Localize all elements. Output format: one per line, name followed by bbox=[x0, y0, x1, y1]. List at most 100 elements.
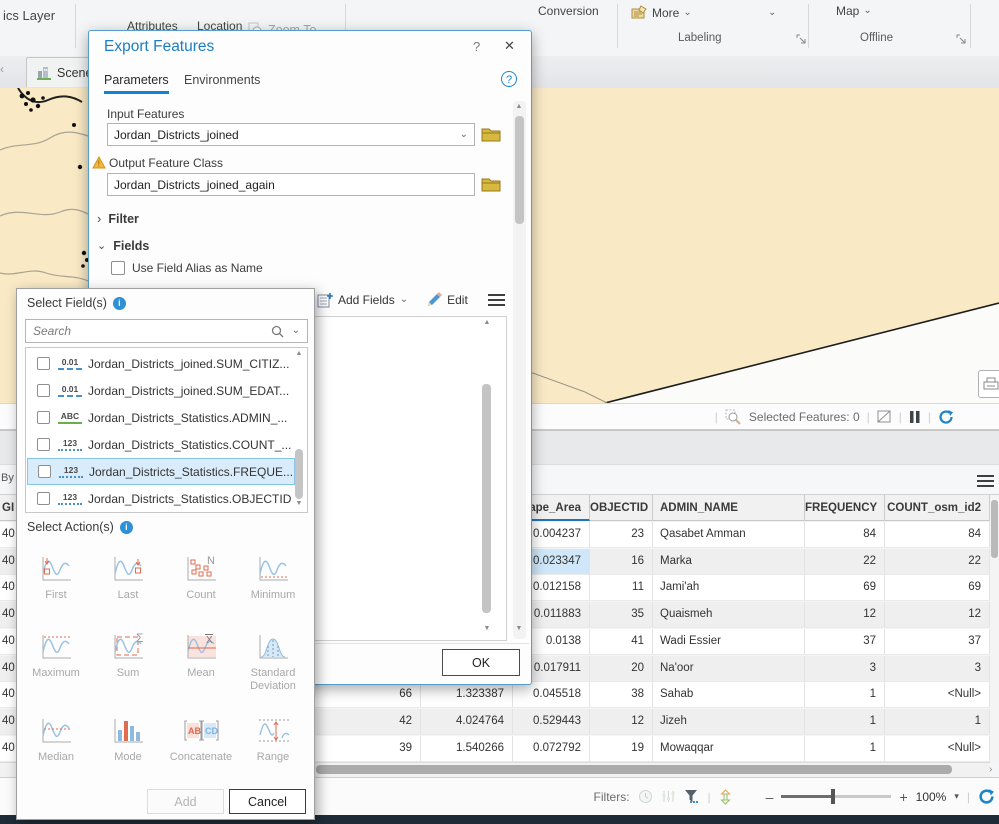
cell-objectid[interactable]: 12 bbox=[590, 709, 653, 735]
cell-count_osm_id2[interactable]: <Null> bbox=[885, 682, 990, 708]
field-mapping-menu-icon[interactable] bbox=[488, 291, 505, 309]
zoom-out-button[interactable]: – bbox=[766, 789, 774, 805]
cell-objectid[interactable]: 16 bbox=[590, 549, 653, 575]
filter-section-header[interactable]: › Filter bbox=[97, 212, 139, 226]
action-stddev-icon[interactable] bbox=[255, 631, 291, 663]
column-header-objectid[interactable]: OBJECTID bbox=[590, 495, 653, 521]
cell-admin_name[interactable]: Na'oor bbox=[653, 656, 805, 682]
cell-count_osm_id2[interactable]: 37 bbox=[885, 629, 990, 655]
cell-admin_name[interactable]: Mowaqqar bbox=[653, 736, 805, 762]
column-header-count_osm_id2[interactable]: COUNT_osm_id2 bbox=[885, 495, 990, 521]
cell-count_osm_id2[interactable]: 12 bbox=[885, 602, 990, 628]
cell-admin_name[interactable]: Qasabet Amman bbox=[653, 522, 805, 548]
cell-frequency[interactable]: 37 bbox=[805, 629, 885, 655]
chevron-down-icon[interactable]: ⌄ bbox=[768, 8, 776, 18]
chevron-down-icon[interactable]: ⌄ bbox=[400, 295, 408, 305]
cell-objectid[interactable]: 19 bbox=[590, 736, 653, 762]
refresh-icon[interactable] bbox=[938, 409, 954, 425]
list-scroll-up-icon[interactable]: ▲ bbox=[293, 350, 305, 357]
cancel-button[interactable]: Cancel bbox=[229, 789, 306, 814]
cell-count_osm_id2[interactable]: 84 bbox=[885, 522, 990, 548]
cell-count_osm_id2[interactable]: 3 bbox=[885, 656, 990, 682]
field-list-item[interactable]: 0.01Jordan_Districts_joined.SUM_EDAT... bbox=[27, 377, 295, 404]
column-header-frequency[interactable]: FREQUENCY bbox=[805, 495, 885, 521]
add-button[interactable]: Add bbox=[147, 789, 224, 814]
search-input[interactable]: Search ⌄ bbox=[25, 319, 308, 343]
edit-button[interactable]: Edit bbox=[447, 293, 468, 307]
map-floating-button-fragment[interactable] bbox=[978, 370, 999, 398]
field-checkbox[interactable] bbox=[37, 438, 50, 451]
use-alias-checkbox[interactable] bbox=[111, 261, 125, 275]
action-last-icon[interactable] bbox=[110, 553, 146, 585]
action-mean-icon[interactable]: X bbox=[183, 631, 219, 663]
cell-admin_name[interactable]: Jami'ah bbox=[653, 575, 805, 601]
field-list-item[interactable]: 123Jordan_Districts_Statistics.FREQUE... bbox=[27, 458, 295, 485]
field-list-item[interactable]: ABCJordan_Districts_Statistics.ADMIN_... bbox=[27, 404, 295, 431]
action-first-icon[interactable] bbox=[38, 553, 74, 585]
cell-frequency[interactable]: 84 bbox=[805, 522, 885, 548]
cell-count_osm_id2[interactable]: 22 bbox=[885, 549, 990, 575]
cell-admin_name[interactable]: Jizeh bbox=[653, 709, 805, 735]
browse-folder-icon[interactable] bbox=[481, 175, 501, 192]
inner-scroll-down-icon[interactable]: ▼ bbox=[481, 625, 493, 632]
field-list-item[interactable]: 123Jordan_Districts_Statistics.OBJECTID bbox=[27, 485, 295, 512]
action-count-icon[interactable]: N bbox=[183, 553, 219, 585]
cell-shape_area[interactable]: 0.045518 bbox=[513, 682, 590, 708]
cell-admin_name[interactable]: Sahab bbox=[653, 682, 805, 708]
fields-section-header[interactable]: ⌄ Fields bbox=[97, 239, 149, 253]
field-checkbox[interactable] bbox=[37, 357, 50, 370]
map-menu-button[interactable]: Map ⌄ bbox=[836, 4, 872, 18]
pause-drawing-icon[interactable] bbox=[909, 410, 921, 424]
field-list-item[interactable]: 123Jordan_Districts_Statistics.COUNT_... bbox=[27, 431, 295, 458]
cell-frequency[interactable]: 1 bbox=[805, 682, 885, 708]
close-icon[interactable]: ✕ bbox=[504, 38, 515, 54]
cell-admin_name[interactable]: Quaismeh bbox=[653, 602, 805, 628]
vertical-scrollbar-thumb[interactable] bbox=[991, 500, 998, 558]
ok-button[interactable]: OK bbox=[442, 649, 520, 676]
cell-objectid[interactable]: 20 bbox=[590, 656, 653, 682]
clear-selection-icon[interactable] bbox=[877, 410, 892, 423]
field-checkbox[interactable] bbox=[37, 492, 50, 505]
cell-count_osm_id2[interactable]: <Null> bbox=[885, 736, 990, 762]
cell-frequency[interactable]: 1 bbox=[805, 709, 885, 735]
cell-objectid[interactable]: 41 bbox=[590, 629, 653, 655]
zoom-in-button[interactable]: + bbox=[899, 789, 907, 805]
chevron-down-icon[interactable]: ⌄ bbox=[292, 326, 300, 336]
field-checkbox[interactable] bbox=[37, 411, 50, 424]
cell-frequency[interactable]: 69 bbox=[805, 575, 885, 601]
cell-frequency[interactable]: 3 bbox=[805, 656, 885, 682]
cell-objectid[interactable]: 38 bbox=[590, 682, 653, 708]
selection-zoom-icon[interactable] bbox=[725, 409, 742, 425]
field-checkbox[interactable] bbox=[37, 384, 50, 397]
more-button[interactable]: More ⌄ bbox=[631, 5, 692, 20]
action-maximum-icon[interactable] bbox=[38, 631, 74, 663]
cell-count_osm_id2[interactable]: 69 bbox=[885, 575, 990, 601]
dialog-scrollbar-thumb[interactable] bbox=[515, 116, 524, 224]
time-filter-icon[interactable] bbox=[638, 789, 653, 804]
cell-shape_area[interactable]: 0.529443 bbox=[513, 709, 590, 735]
browse-folder-icon[interactable] bbox=[481, 125, 501, 142]
zoom-slider-thumb[interactable] bbox=[831, 789, 835, 804]
dialog-scroll-down-icon[interactable]: ▼ bbox=[513, 625, 525, 632]
cell-frequency[interactable]: 12 bbox=[805, 602, 885, 628]
cell-colB[interactable]: 1.323387 bbox=[421, 682, 513, 708]
field-checkbox[interactable] bbox=[38, 465, 51, 478]
cell-shape_area[interactable]: 0.072792 bbox=[513, 736, 590, 762]
cell-colB[interactable]: 4.024764 bbox=[421, 709, 513, 735]
cell-objectid[interactable]: 11 bbox=[590, 575, 653, 601]
action-median-icon[interactable] bbox=[38, 715, 74, 747]
column-header-admin_name[interactable]: ADMIN_NAME bbox=[653, 495, 805, 521]
action-mode-icon[interactable] bbox=[110, 715, 146, 747]
action-minimum-icon[interactable] bbox=[255, 553, 291, 585]
inner-scrollbar-thumb[interactable] bbox=[482, 384, 491, 613]
labeling-dialog-launcher-icon[interactable] bbox=[796, 34, 807, 45]
conversion-button[interactable]: Conversion bbox=[538, 4, 599, 18]
field-list-item[interactable]: 0.01Jordan_Districts_joined.SUM_CITIZ... bbox=[27, 350, 295, 377]
zoom-level-value[interactable]: 100% bbox=[916, 790, 947, 804]
list-scroll-down-icon[interactable]: ▼ bbox=[293, 500, 305, 507]
action-concatenate-icon[interactable]: ABCD bbox=[183, 715, 219, 747]
scroll-right-arrow-icon[interactable]: › bbox=[989, 764, 992, 775]
cell-colB[interactable]: 1.540266 bbox=[421, 736, 513, 762]
zoom-slider[interactable] bbox=[781, 795, 891, 798]
cell-frequency[interactable]: 1 bbox=[805, 736, 885, 762]
